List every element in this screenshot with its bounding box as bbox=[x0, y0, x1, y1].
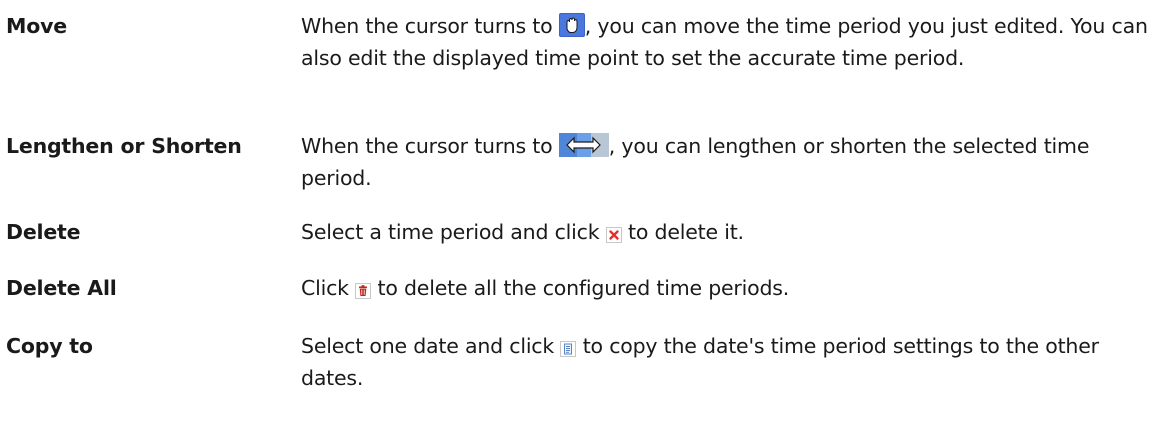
term-move: Move bbox=[6, 14, 67, 38]
desc-delete-all: Click to delete all the configured time … bbox=[301, 272, 1156, 304]
desc-move-before: When the cursor turns to bbox=[301, 14, 559, 38]
desc-delete-all-before: Click bbox=[301, 276, 356, 300]
term-delete: Delete bbox=[6, 220, 81, 244]
trash-icon bbox=[355, 283, 372, 299]
desc-delete-after: to delete it. bbox=[621, 220, 744, 244]
delete-x-icon bbox=[605, 227, 622, 243]
resize-arrow-icon bbox=[558, 133, 609, 157]
desc-lengthen-before: When the cursor turns to bbox=[301, 134, 559, 158]
desc-move: When the cursor turns to , you can move … bbox=[301, 10, 1156, 74]
term-delete-all: Delete All bbox=[6, 276, 117, 300]
desc-delete-all-after: to delete all the configured time period… bbox=[371, 276, 790, 300]
desc-delete: Select a time period and click to delete… bbox=[301, 216, 1156, 248]
definition-table: Move When the cursor turns to , you can … bbox=[0, 0, 1159, 431]
term-lengthen-shorten: Lengthen or Shorten bbox=[6, 134, 242, 158]
desc-delete-before: Select a time period and click bbox=[301, 220, 606, 244]
hand-cursor-icon bbox=[558, 13, 585, 37]
term-copy-to: Copy to bbox=[6, 334, 93, 358]
copy-document-icon bbox=[560, 341, 577, 357]
desc-copy-before: Select one date and click bbox=[301, 334, 561, 358]
desc-lengthen-shorten: When the cursor turns to , you can lengt… bbox=[301, 130, 1156, 194]
desc-copy-to: Select one date and click to copy the da… bbox=[301, 330, 1156, 394]
